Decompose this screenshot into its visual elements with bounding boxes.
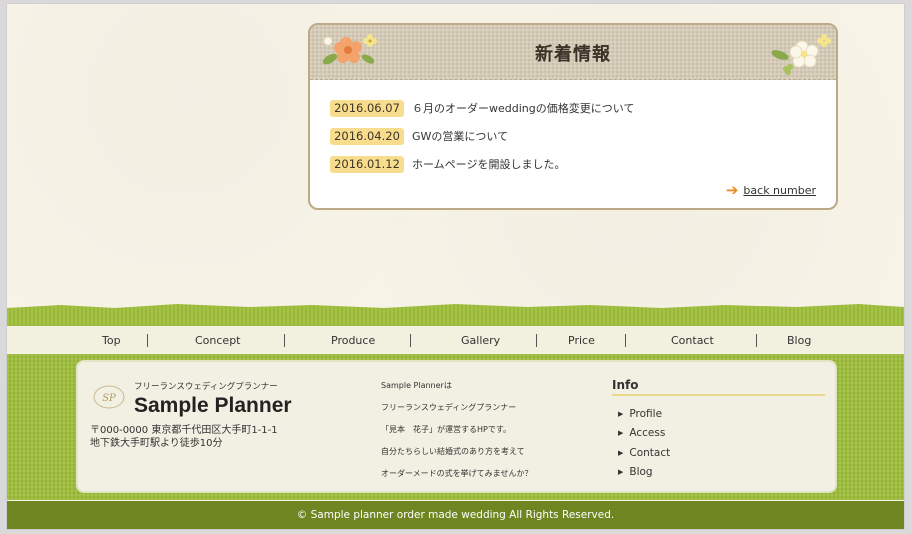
news-list: 2016.06.07 ６月のオーダーweddingの価格変更について 2016.… — [310, 80, 836, 178]
footer-address: 〒000-0000 東京都千代田区大手町1-1-1 地下鉄大手町駅より徒歩10分 — [90, 424, 278, 450]
about-line: オーダーメードの式を挙げてみませんか？ — [381, 469, 533, 478]
address-line: 地下鉄大手町駅より徒歩10分 — [90, 438, 223, 449]
news-date-badge: 2016.04.20 — [330, 127, 404, 145]
news-header: 新着情報 — [310, 25, 836, 80]
news-item-title[interactable]: GWの営業について — [412, 128, 508, 144]
flower-decoration-icon — [322, 34, 377, 65]
news-item-title[interactable]: ホームページを開設しました。 — [412, 156, 565, 172]
footer-top-edge — [7, 304, 904, 326]
logo-monogram: SP — [102, 393, 116, 404]
nav-item-produce[interactable]: Produce — [331, 334, 375, 347]
nav-item-contact[interactable]: Contact — [671, 334, 714, 347]
nav-separator — [536, 334, 537, 347]
nav-item-top[interactable]: Top — [102, 334, 121, 347]
triangle-right-icon: ▶ — [618, 409, 624, 418]
address-line: 〒000-0000 東京都千代田区大手町1-1-1 — [90, 425, 278, 436]
footer-card: SP フリーランスウェディングプランナー Sample Planner 〒000… — [76, 360, 837, 493]
footer-tagline: フリーランスウェディングプランナー — [134, 382, 278, 392]
info-item-blog[interactable]: ▶ Blog — [618, 463, 670, 483]
nav-separator — [284, 334, 285, 347]
news-item[interactable]: 2016.01.12 ホームページを開設しました。 — [330, 150, 836, 178]
nav-item-concept[interactable]: Concept — [195, 334, 241, 347]
about-line: 自分たちらしい結婚式のあり方を考えて — [381, 447, 525, 456]
triangle-right-icon: ▶ — [618, 468, 624, 477]
news-date-badge: 2016.06.07 — [330, 99, 404, 117]
logo-icon: SP — [93, 385, 125, 409]
footer-about: Sample Plannerは フリーランスウェディングプランナー 「見本 花子… — [381, 380, 532, 490]
info-item-label: Access — [629, 427, 666, 440]
info-item-contact[interactable]: ▶ Contact — [618, 443, 670, 463]
back-number-link[interactable]: ➔ back number — [726, 181, 816, 199]
triangle-right-icon: ▶ — [618, 448, 624, 457]
flower-decoration-icon — [771, 34, 831, 75]
copyright-text: © Sample planner order made wedding All … — [296, 509, 615, 521]
info-item-profile[interactable]: ▶ Profile — [618, 404, 670, 424]
info-list: ▶ Profile ▶ Access ▶ Contact ▶ Blog — [618, 404, 670, 482]
news-box: 新着情報 2016.06.07 ６月のオーダーweddingの価格変更について … — [308, 23, 838, 210]
footer-nav: Top Concept Produce Gallery Price Contac… — [7, 326, 904, 354]
info-item-label: Profile — [629, 407, 663, 420]
copyright-bar: © Sample planner order made wedding All … — [7, 501, 904, 529]
back-number-label: back number — [743, 183, 816, 197]
info-item-label: Contact — [629, 446, 671, 459]
about-line: Sample Plannerは — [381, 381, 452, 390]
arrow-right-icon: ➔ — [725, 181, 739, 199]
nav-separator — [625, 334, 626, 347]
news-item[interactable]: 2016.04.20 GWの営業について — [330, 122, 836, 150]
nav-separator — [756, 334, 757, 347]
nav-separator — [410, 334, 411, 347]
nav-separator — [147, 334, 148, 347]
news-date-badge: 2016.01.12 — [330, 155, 404, 173]
footer-brand[interactable]: Sample Planner — [134, 394, 292, 418]
triangle-right-icon: ▶ — [618, 429, 624, 438]
info-item-access[interactable]: ▶ Access — [618, 424, 670, 444]
news-item[interactable]: 2016.06.07 ６月のオーダーweddingの価格変更について — [330, 94, 836, 122]
about-line: フリーランスウェディングプランナー — [381, 403, 517, 412]
nav-item-price[interactable]: Price — [568, 334, 595, 347]
info-heading: Info — [612, 378, 825, 396]
nav-item-gallery[interactable]: Gallery — [461, 334, 500, 347]
news-title: 新着情報 — [535, 44, 611, 65]
info-item-label: Blog — [629, 466, 653, 479]
browser-viewport: 新着情報 2016.06.07 ６月のオーダーweddingの価格変更について … — [6, 3, 905, 530]
news-item-title[interactable]: ６月のオーダーweddingの価格変更について — [412, 100, 634, 116]
nav-item-blog[interactable]: Blog — [787, 334, 811, 347]
about-line: 「見本 花子」が運営するHPです。 — [381, 425, 512, 434]
